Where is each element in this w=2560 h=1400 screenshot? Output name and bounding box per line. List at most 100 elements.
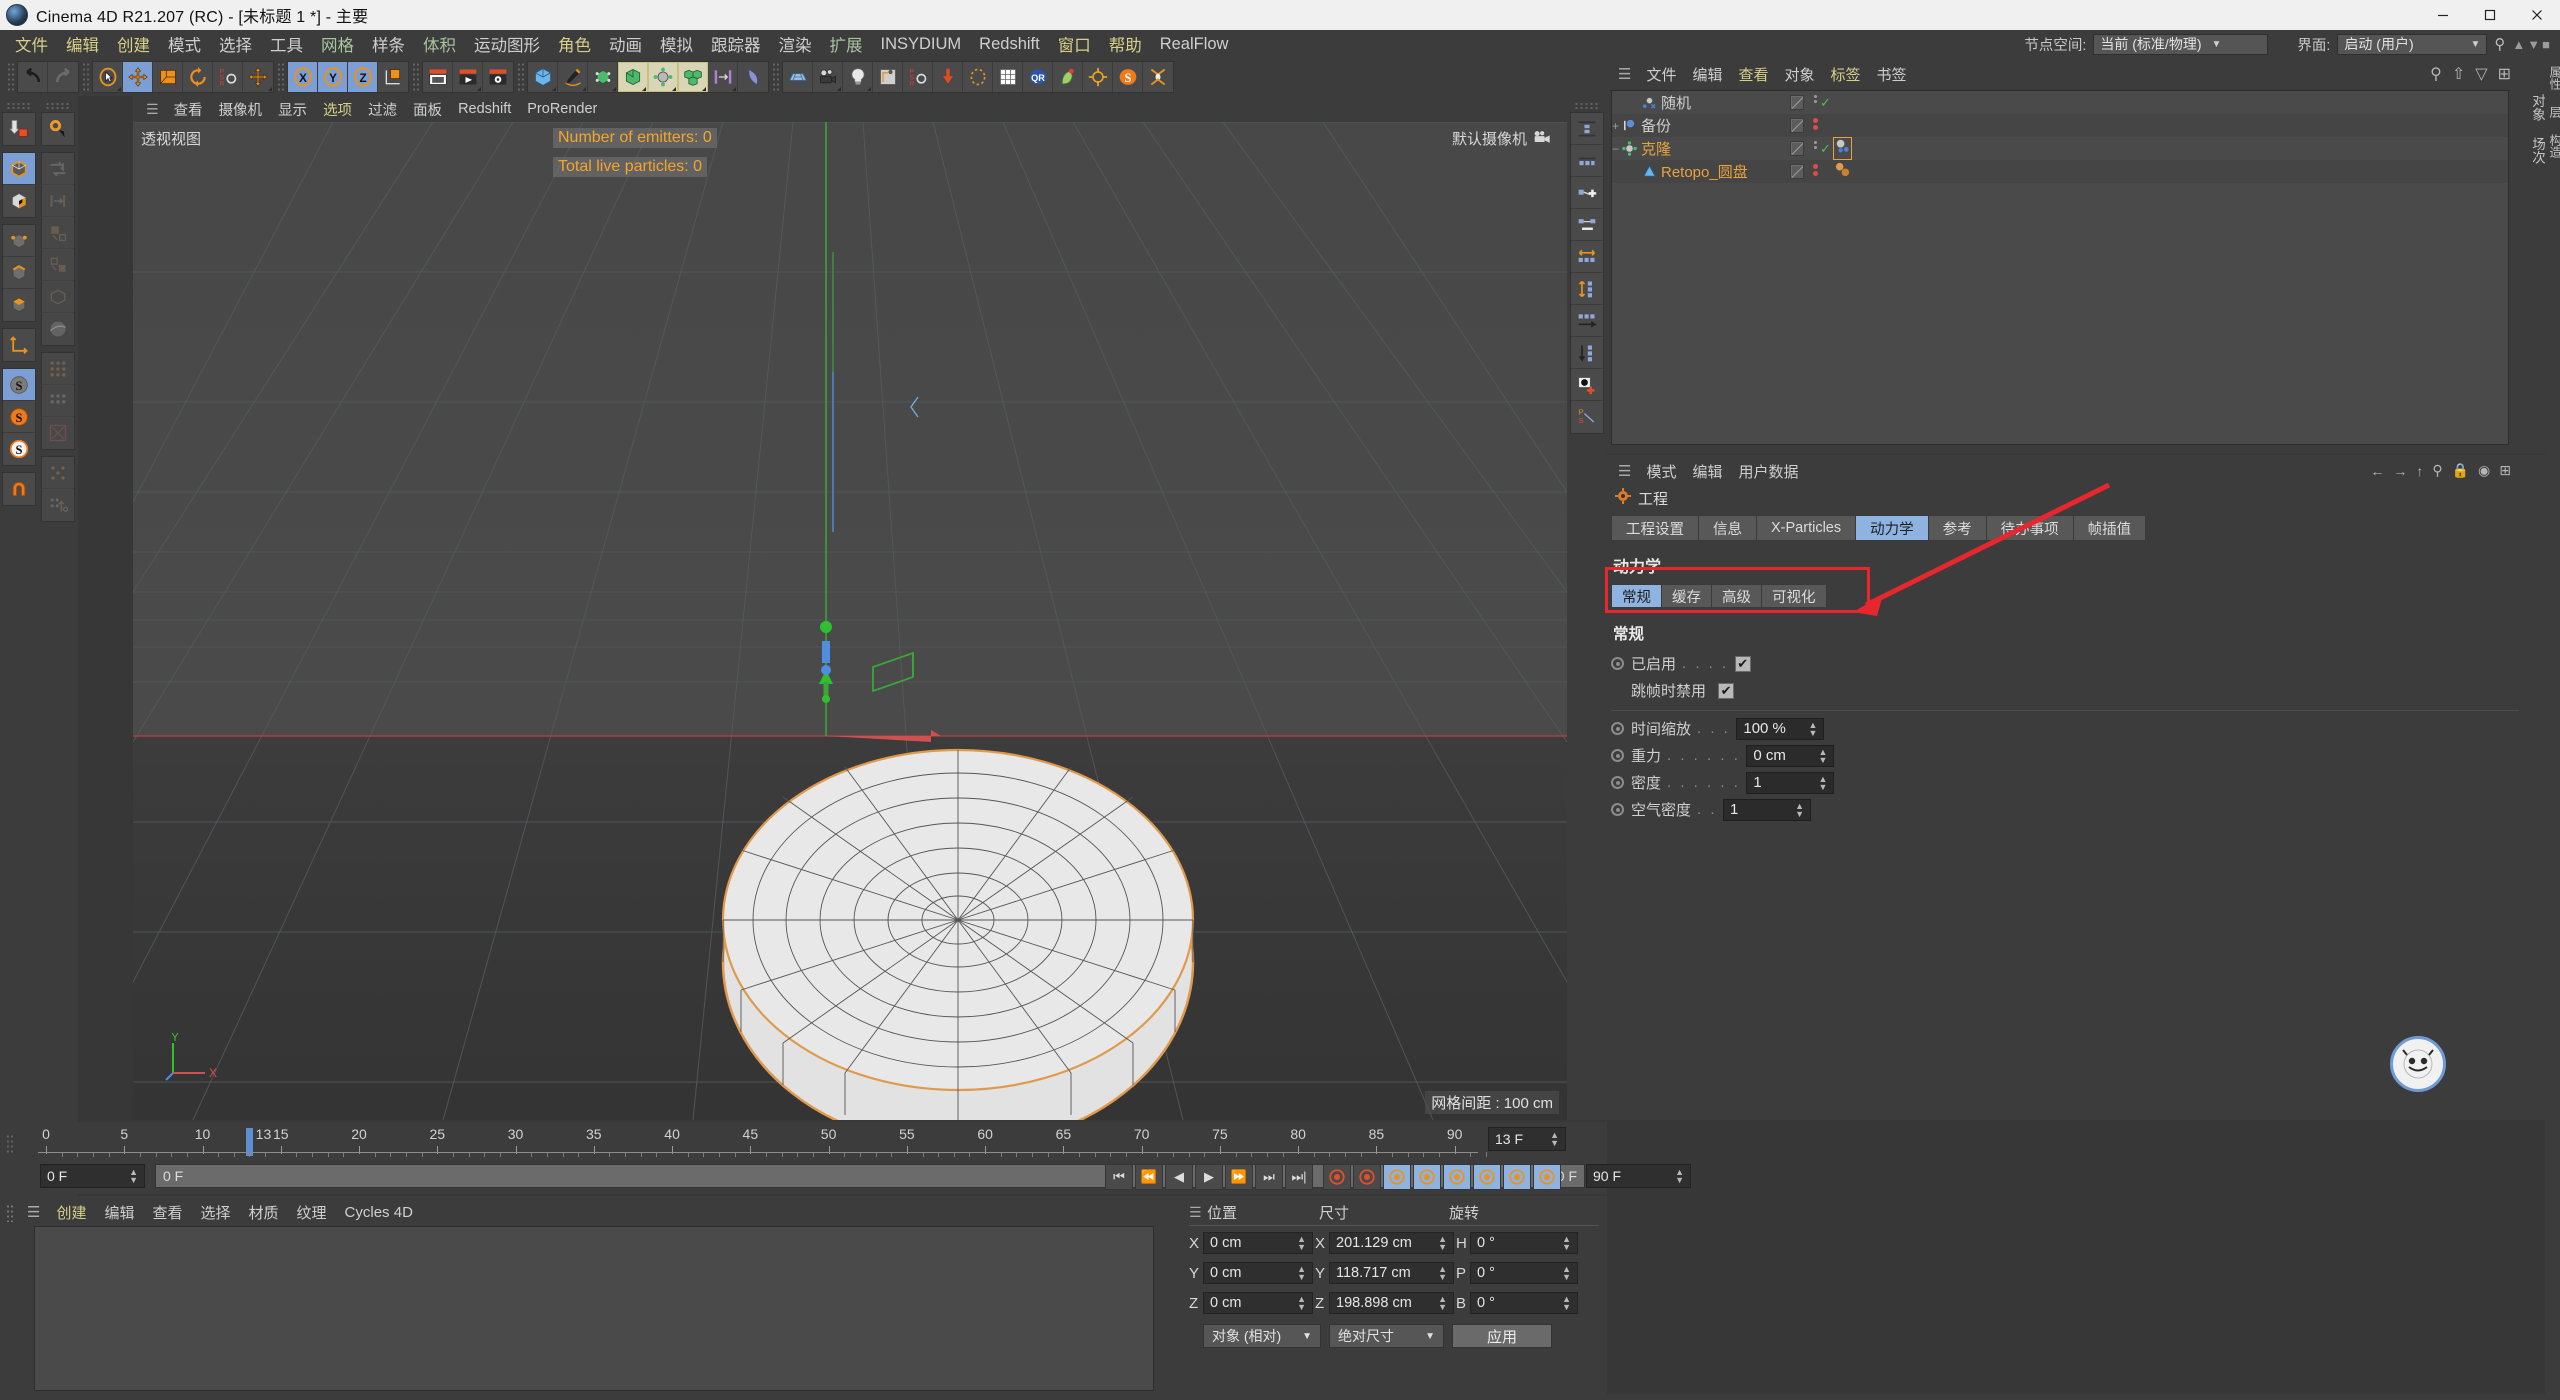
record-icon[interactable] [1323, 1164, 1351, 1190]
spinner-icon[interactable]: ▲ ▼ [1818, 774, 1827, 791]
expand-icon[interactable]: ⊞ [2499, 462, 2511, 479]
viewport-menu-item-3[interactable]: 选项 [315, 97, 360, 122]
menu-item-1[interactable]: 编辑 [57, 29, 108, 59]
menu-item-12[interactable]: 模拟 [651, 29, 702, 59]
panel-icons[interactable]: ▲▼■ [2512, 37, 2552, 52]
rotation-h-field[interactable]: 0 ° ▲ ▼ [1470, 1232, 1578, 1254]
toolbar-grip[interactable] [7, 62, 14, 92]
menu-item-9[interactable]: 运动图形 [465, 29, 549, 59]
hamburger-icon[interactable]: ☰ [1611, 65, 1638, 83]
texture-tool-button[interactable] [42, 249, 74, 281]
side-tab-layers[interactable]: 层 [2545, 98, 2560, 126]
live-selection-button[interactable] [93, 62, 123, 92]
grid-button[interactable] [993, 62, 1023, 92]
snap-enable-button[interactable]: S [3, 369, 35, 401]
visibility-toggle[interactable] [1790, 141, 1804, 156]
spline-circle-button[interactable] [963, 62, 993, 92]
attribute-subtab-3[interactable]: 可视化 [1761, 584, 1827, 608]
attribute-tab-6[interactable]: 帧插值 [2072, 515, 2147, 541]
side-tab-structure[interactable]: 构造 [2545, 126, 2560, 166]
visibility-dots[interactable] [1810, 93, 1820, 112]
visibility-toggle[interactable] [1790, 118, 1804, 133]
size-x-field[interactable]: 201.129 cm ▲ ▼ [1329, 1232, 1454, 1254]
param-key-icon[interactable] [1473, 1164, 1501, 1190]
drop-to-floor-button[interactable] [933, 62, 963, 92]
menu-item-16[interactable]: INSYDIUM [872, 32, 971, 57]
floor-button[interactable] [783, 62, 813, 92]
spinner-icon[interactable]: ▲ ▼ [1297, 1265, 1306, 1282]
hamburger-icon[interactable]: ☰ [1611, 462, 1638, 480]
forward-arrow-icon[interactable]: → [2393, 463, 2407, 479]
spinner-icon[interactable]: ▲ ▼ [1675, 1168, 1684, 1185]
uv-grid-button[interactable] [42, 385, 74, 417]
spinner-icon[interactable]: ▲ ▼ [1808, 720, 1817, 737]
attribute-subtab-0[interactable]: 常规 [1611, 584, 1661, 608]
object-tags[interactable] [1833, 137, 1852, 160]
viewport-menu-item-6[interactable]: Redshift [450, 99, 519, 119]
rotate-tool-button[interactable] [183, 62, 213, 92]
spinner-icon[interactable]: ▲ ▼ [1297, 1235, 1306, 1252]
visibility-dots[interactable] [1810, 116, 1820, 135]
object-row-0[interactable]: 随机 ✓ [1612, 91, 2508, 114]
maximize-button[interactable] [2466, 0, 2513, 30]
position-z-field[interactable]: 0 cm ▲ ▼ [1203, 1292, 1313, 1314]
autokey-icon[interactable] [1353, 1164, 1381, 1190]
uv-sphere-button[interactable] [42, 313, 74, 345]
tree-expander[interactable]: − [1612, 142, 1619, 156]
substance-button[interactable]: S [1113, 62, 1143, 92]
polygon-mode-button[interactable] [3, 289, 35, 321]
attribute-tab-2[interactable]: X-Particles [1756, 515, 1856, 541]
magnet-button[interactable] [3, 473, 35, 505]
object-menu-item-0[interactable]: 文件 [1638, 62, 1684, 87]
lock-x-axis-button[interactable]: X [288, 62, 318, 92]
material-menu-item-4[interactable]: 材质 [240, 1200, 288, 1225]
transport-button-3[interactable]: ▶ [1195, 1164, 1223, 1190]
coordinate-mode-select[interactable]: 对象 (相对) ▼ [1203, 1324, 1321, 1348]
transfer-button[interactable] [1143, 62, 1173, 92]
add-layer-icon[interactable] [1571, 369, 1603, 401]
transport-button-0[interactable]: ⏮ [1105, 1164, 1133, 1190]
size-mode-select[interactable]: 绝对尺寸 ▼ [1329, 1324, 1444, 1348]
distribute-horizontal-icon[interactable] [1571, 241, 1603, 273]
size-z-field[interactable]: 198.898 cm ▲ ▼ [1329, 1292, 1454, 1314]
attribute-menu-item-0[interactable]: 模式 [1638, 459, 1684, 484]
distribute-vertical-icon[interactable] [1571, 273, 1603, 305]
psr-reset-button[interactable]: PSR [903, 62, 933, 92]
menu-item-19[interactable]: 帮助 [1100, 29, 1151, 59]
scale-key-icon[interactable] [1413, 1164, 1441, 1190]
coordinate-system-button[interactable] [378, 62, 408, 92]
redo-button[interactable] [48, 62, 78, 92]
arrange-down-icon[interactable] [1571, 337, 1603, 369]
menu-item-10[interactable]: 角色 [549, 29, 600, 59]
layout-select[interactable]: 启动 (用户) ▼ [2337, 33, 2488, 55]
material-menu-item-1[interactable]: 编辑 [95, 1200, 143, 1225]
transport-button-4[interactable]: ⏩ [1225, 1164, 1253, 1190]
uv-pattern-button[interactable] [42, 457, 74, 489]
mograph-cloner-button[interactable] [678, 62, 708, 92]
quick-render-button[interactable]: QR [1023, 62, 1053, 92]
timeline-grip[interactable] [6, 1134, 14, 1154]
render-region-button[interactable] [453, 62, 483, 92]
property-field-density[interactable]: 1 ▲ ▼ [1746, 771, 1835, 794]
lock-z-axis-button[interactable]: Z [348, 62, 378, 92]
position-y-field[interactable]: 0 cm ▲ ▼ [1203, 1262, 1313, 1284]
psr-small-icon[interactable]: PS [1571, 401, 1603, 433]
scene-nodes-button[interactable] [873, 62, 903, 92]
close-button[interactable] [2513, 0, 2560, 30]
add-node-icon[interactable] [1571, 177, 1603, 209]
material-menu-item-6[interactable]: Cycles 4D [336, 1202, 422, 1223]
mirror-button[interactable] [42, 153, 74, 185]
search-icon[interactable]: ⚲ [2432, 462, 2442, 479]
side-tab-attributes[interactable]: 属性 [2545, 58, 2560, 98]
object-row-1[interactable]: + 备份 [1612, 114, 2508, 137]
menu-item-13[interactable]: 跟踪器 [702, 29, 770, 59]
search-icon[interactable]: ⚲ [2430, 64, 2442, 84]
uv-move-button[interactable] [42, 489, 74, 521]
target-icon[interactable]: ◉ [2478, 462, 2490, 479]
object-menu-item-5[interactable]: 书签 [1869, 62, 1915, 87]
edge-mode-button[interactable] [3, 257, 35, 289]
navigation-widget[interactable] [2390, 1036, 2446, 1092]
property-toggle-enabled[interactable] [1611, 657, 1624, 670]
attribute-tab-4[interactable]: 参考 [1927, 515, 1986, 541]
point-key-icon[interactable] [1503, 1164, 1531, 1190]
